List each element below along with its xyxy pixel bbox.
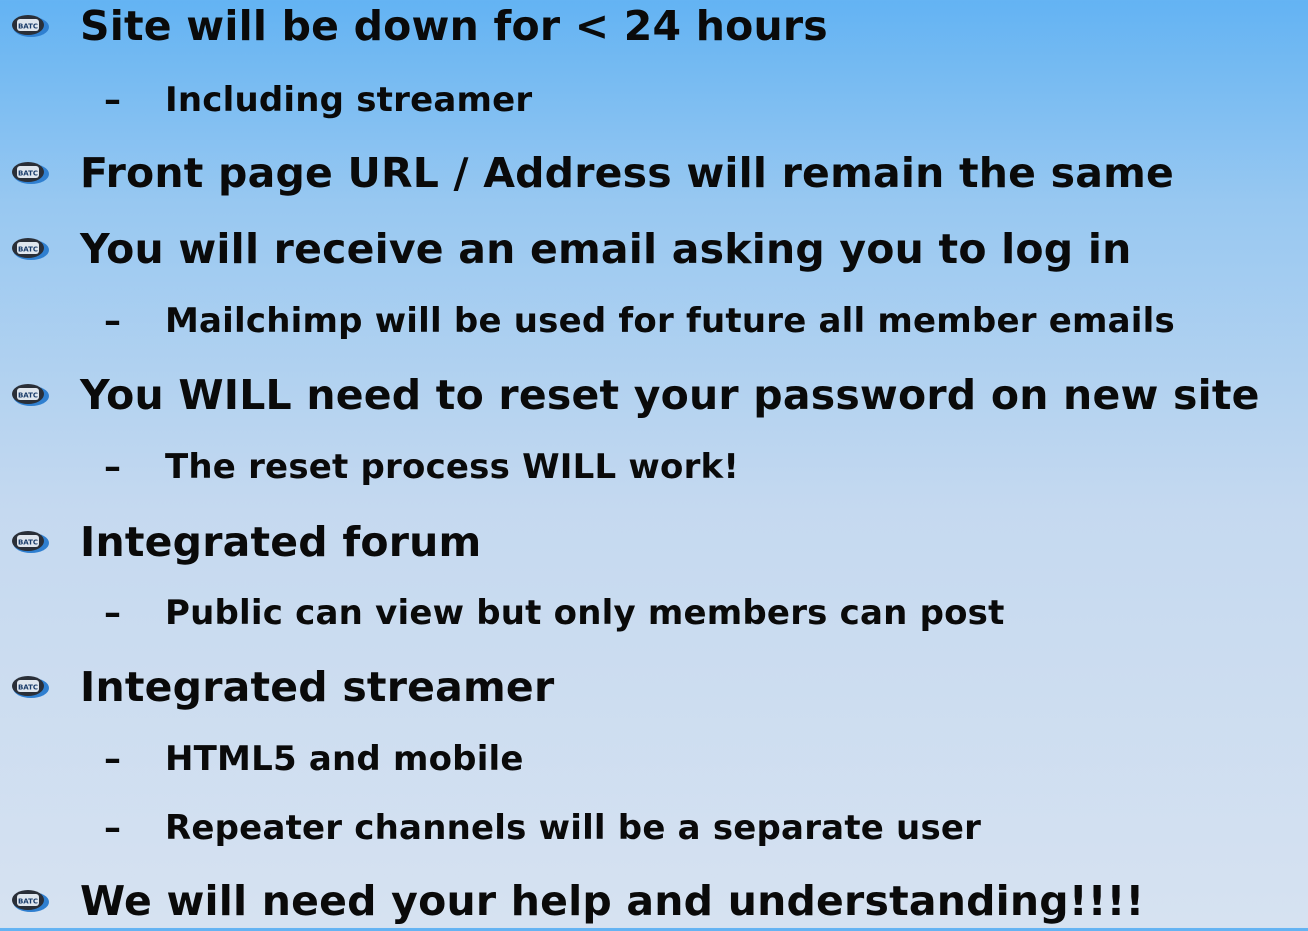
dash-marker: – (104, 447, 121, 487)
bullet-item: BATC Site will be down for < 24 hours (0, 0, 1308, 56)
bullet-item: BATC Integrated streamer (0, 657, 1308, 717)
sub-bullet-text: Including streamer (165, 80, 533, 120)
bato-logo-icon: BATC (12, 890, 49, 912)
sub-bullet-item: – Repeater channels will be a separate u… (0, 798, 1308, 858)
bato-logo-icon: BATC (12, 238, 49, 260)
dash-marker: – (104, 593, 121, 633)
bullet-item: BATC Integrated forum (0, 512, 1308, 572)
bato-logo-icon: BATC (12, 531, 49, 553)
bullet-text: Integrated streamer (80, 663, 555, 711)
bato-logo-text: BATC (18, 170, 38, 178)
bato-logo-text: BATC (18, 898, 38, 906)
bullet-text: Front page URL / Address will remain the… (80, 149, 1175, 197)
sub-bullet-item: – HTML5 and mobile (0, 729, 1308, 789)
bullet-item: BATC You WILL need to reset your passwor… (0, 365, 1308, 425)
sub-bullet-item: – Public can view but only members can p… (0, 583, 1308, 643)
sub-bullet-item: – The reset process WILL work! (0, 437, 1308, 497)
dash-marker: – (104, 739, 121, 779)
bato-logo-icon: BATC (12, 162, 49, 184)
bato-logo-text: BATC (18, 246, 38, 254)
bullet-item: BATC We will need your help and understa… (0, 871, 1308, 931)
bato-logo-icon: BATC (12, 384, 49, 406)
bato-logo-text: BATC (18, 392, 38, 400)
sub-bullet-text: The reset process WILL work! (165, 447, 740, 487)
bullet-text: Site will be down for < 24 hours (80, 2, 828, 50)
bato-logo-icon: BATC (12, 15, 49, 37)
bullet-item: BATC You will receive an email asking yo… (0, 219, 1308, 279)
bato-logo-text: BATC (18, 684, 38, 692)
bullet-text: Integrated forum (80, 518, 482, 566)
sub-bullet-text: HTML5 and mobile (165, 739, 524, 779)
bullet-item: BATC Front page URL / Address will remai… (0, 143, 1308, 203)
slide-body: BATC Site will be down for < 24 hours – … (0, 0, 1308, 928)
sub-bullet-text: Repeater channels will be a separate use… (165, 808, 982, 848)
bato-logo-text: BATC (18, 23, 38, 31)
bullet-text: We will need your help and understanding… (80, 877, 1145, 925)
sub-bullet-item: – Mailchimp will be used for future all … (0, 291, 1308, 351)
sub-bullet-item: – Including streamer (0, 70, 1308, 130)
bullet-text: You WILL need to reset your password on … (80, 371, 1260, 419)
sub-bullet-text: Mailchimp will be used for future all me… (165, 301, 1175, 341)
dash-marker: – (104, 80, 121, 120)
dash-marker: – (104, 808, 121, 848)
bato-logo-icon: BATC (12, 676, 49, 698)
bato-logo-text: BATC (18, 539, 38, 547)
dash-marker: – (104, 301, 121, 341)
bullet-text: You will receive an email asking you to … (80, 225, 1132, 273)
sub-bullet-text: Public can view but only members can pos… (165, 593, 1005, 633)
